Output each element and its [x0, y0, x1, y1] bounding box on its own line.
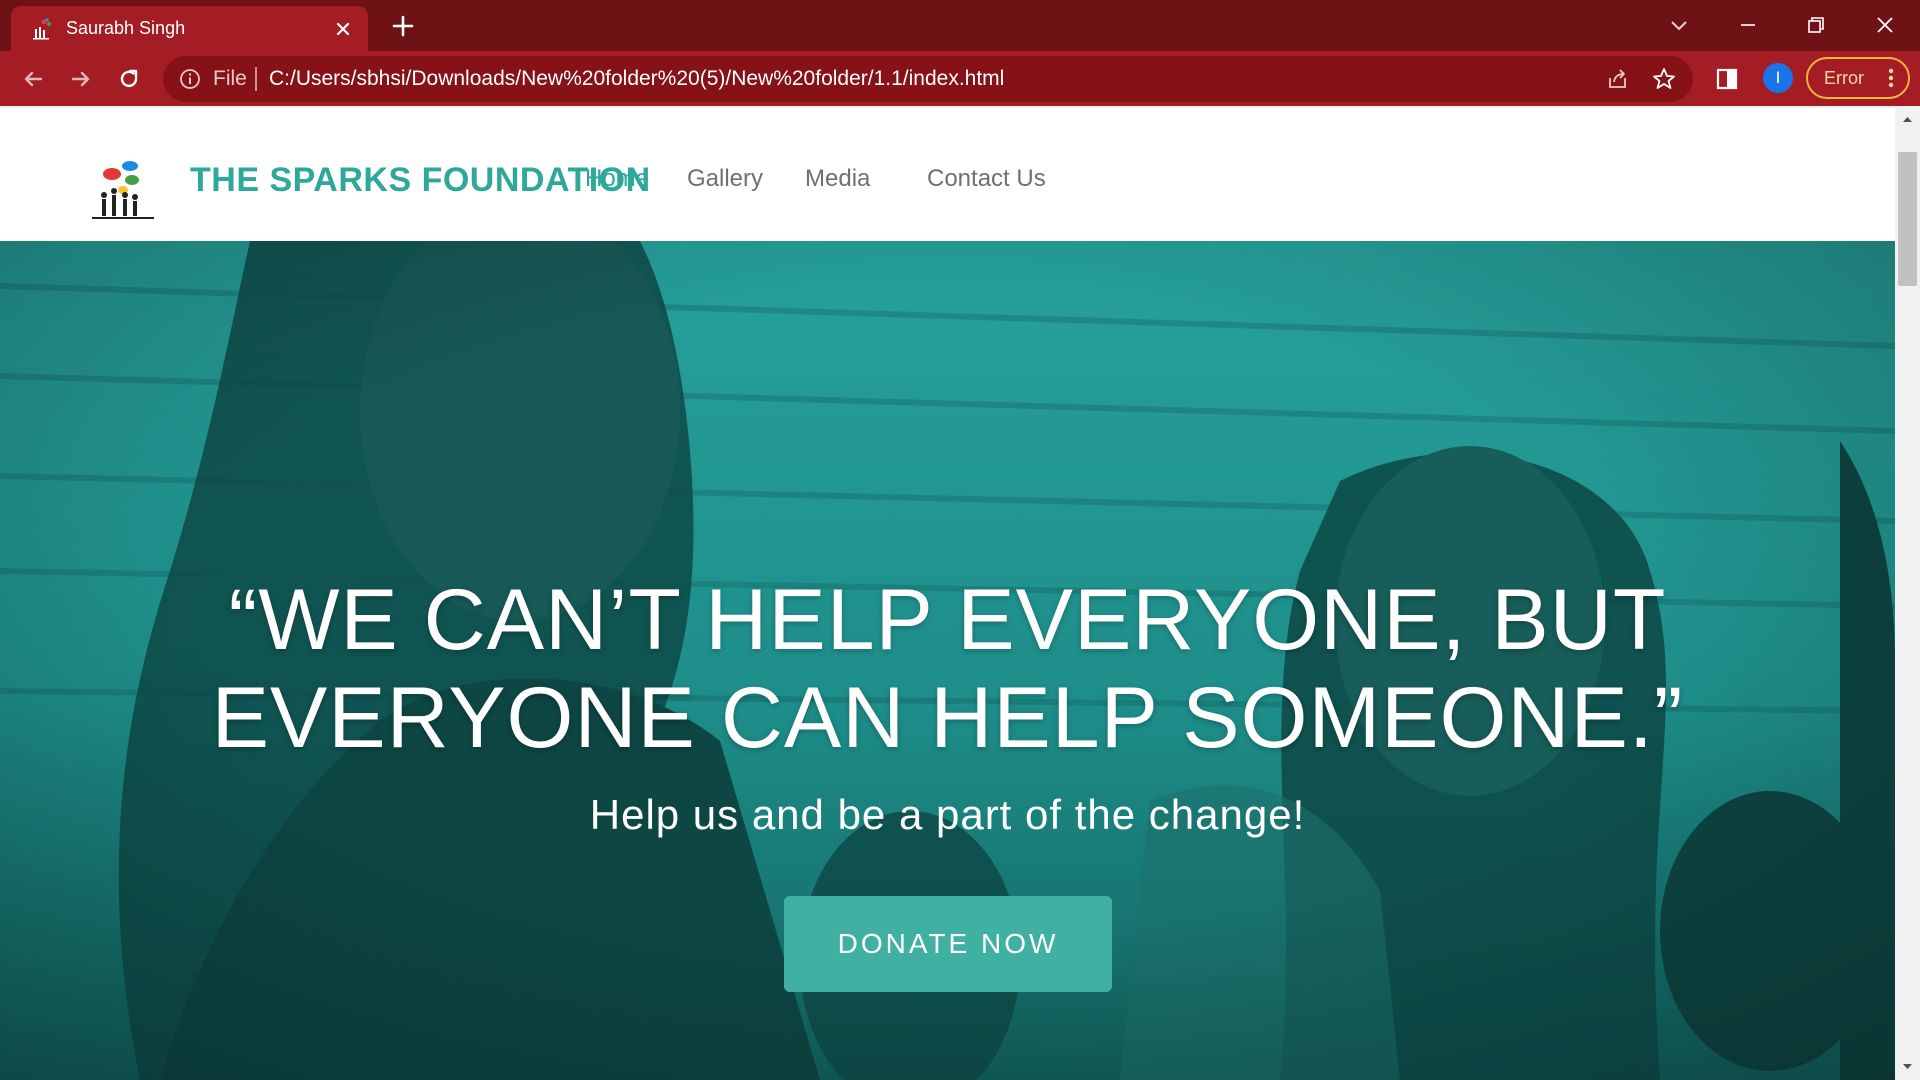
nav-home[interactable]: Home [585, 164, 649, 194]
page-scrollbar[interactable] [1895, 106, 1920, 1080]
browser-tab-strip: Saurabh Singh [0, 0, 1920, 51]
nav-media[interactable]: Media [805, 164, 870, 194]
more-menu-icon[interactable] [1880, 66, 1902, 90]
browser-toolbar: File C:/Users/sbhsi/Downloads/New%20fold… [0, 51, 1920, 106]
back-arrow-icon[interactable] [19, 65, 47, 93]
donate-now-button[interactable]: DONATE NOW [784, 896, 1112, 992]
url-text[interactable]: C:/Users/sbhsi/Downloads/New%20folder%20… [269, 67, 1004, 91]
error-button[interactable]: Error [1806, 57, 1910, 99]
nav-contact-us[interactable]: Contact Us [927, 164, 1046, 194]
site-header: THE SPARKS FOUNDATION Home Gallery Media… [0, 106, 1895, 241]
close-window-icon[interactable] [1872, 12, 1898, 38]
nav-gallery[interactable]: Gallery [687, 164, 763, 194]
site-title[interactable]: THE SPARKS FOUNDATION [190, 160, 651, 200]
url-scheme-label: File [213, 67, 247, 90]
hero-subtitle: Help us and be a part of the change! [589, 791, 1306, 838]
profile-avatar[interactable]: I [1763, 63, 1793, 93]
sparks-foundation-logo[interactable] [90, 160, 156, 222]
reload-icon[interactable] [115, 65, 143, 93]
bookmark-star-icon[interactable] [1651, 66, 1677, 92]
forward-arrow-icon[interactable] [67, 65, 95, 93]
new-tab-icon[interactable] [390, 13, 416, 39]
tab-title: Saurabh Singh [66, 18, 186, 38]
info-icon[interactable] [178, 67, 202, 91]
scrollbar-thumb[interactable] [1898, 152, 1917, 286]
close-tab-icon[interactable] [332, 18, 354, 40]
hero-quote: “WE CAN’T HELP EVERYONE, BUT EVERYONE CA… [150, 571, 1745, 767]
side-panel-icon[interactable] [1713, 65, 1741, 93]
tab-search-icon[interactable] [1666, 12, 1692, 38]
hero-banner: “WE CAN’T HELP EVERYONE, BUT EVERYONE CA… [0, 241, 1895, 1080]
hero-quote-line-2: EVERYONE CAN HELP SOMEONE.” [211, 670, 1684, 766]
minimize-icon[interactable] [1735, 12, 1761, 38]
browser-tab[interactable]: Saurabh Singh [11, 6, 368, 51]
hero-quote-line-1: “WE CAN’T HELP EVERYONE, BUT [228, 572, 1667, 668]
scroll-up-arrow-icon[interactable] [1895, 106, 1920, 134]
error-label: Error [1824, 68, 1864, 88]
restore-icon[interactable] [1803, 12, 1829, 38]
page-viewport: THE SPARKS FOUNDATION Home Gallery Media… [0, 106, 1920, 1080]
address-bar[interactable]: File C:/Users/sbhsi/Downloads/New%20fold… [163, 56, 1693, 102]
scroll-down-arrow-icon[interactable] [1895, 1052, 1920, 1080]
share-icon[interactable] [1605, 66, 1631, 92]
address-separator [255, 67, 257, 91]
sparks-logo-icon [33, 18, 51, 40]
